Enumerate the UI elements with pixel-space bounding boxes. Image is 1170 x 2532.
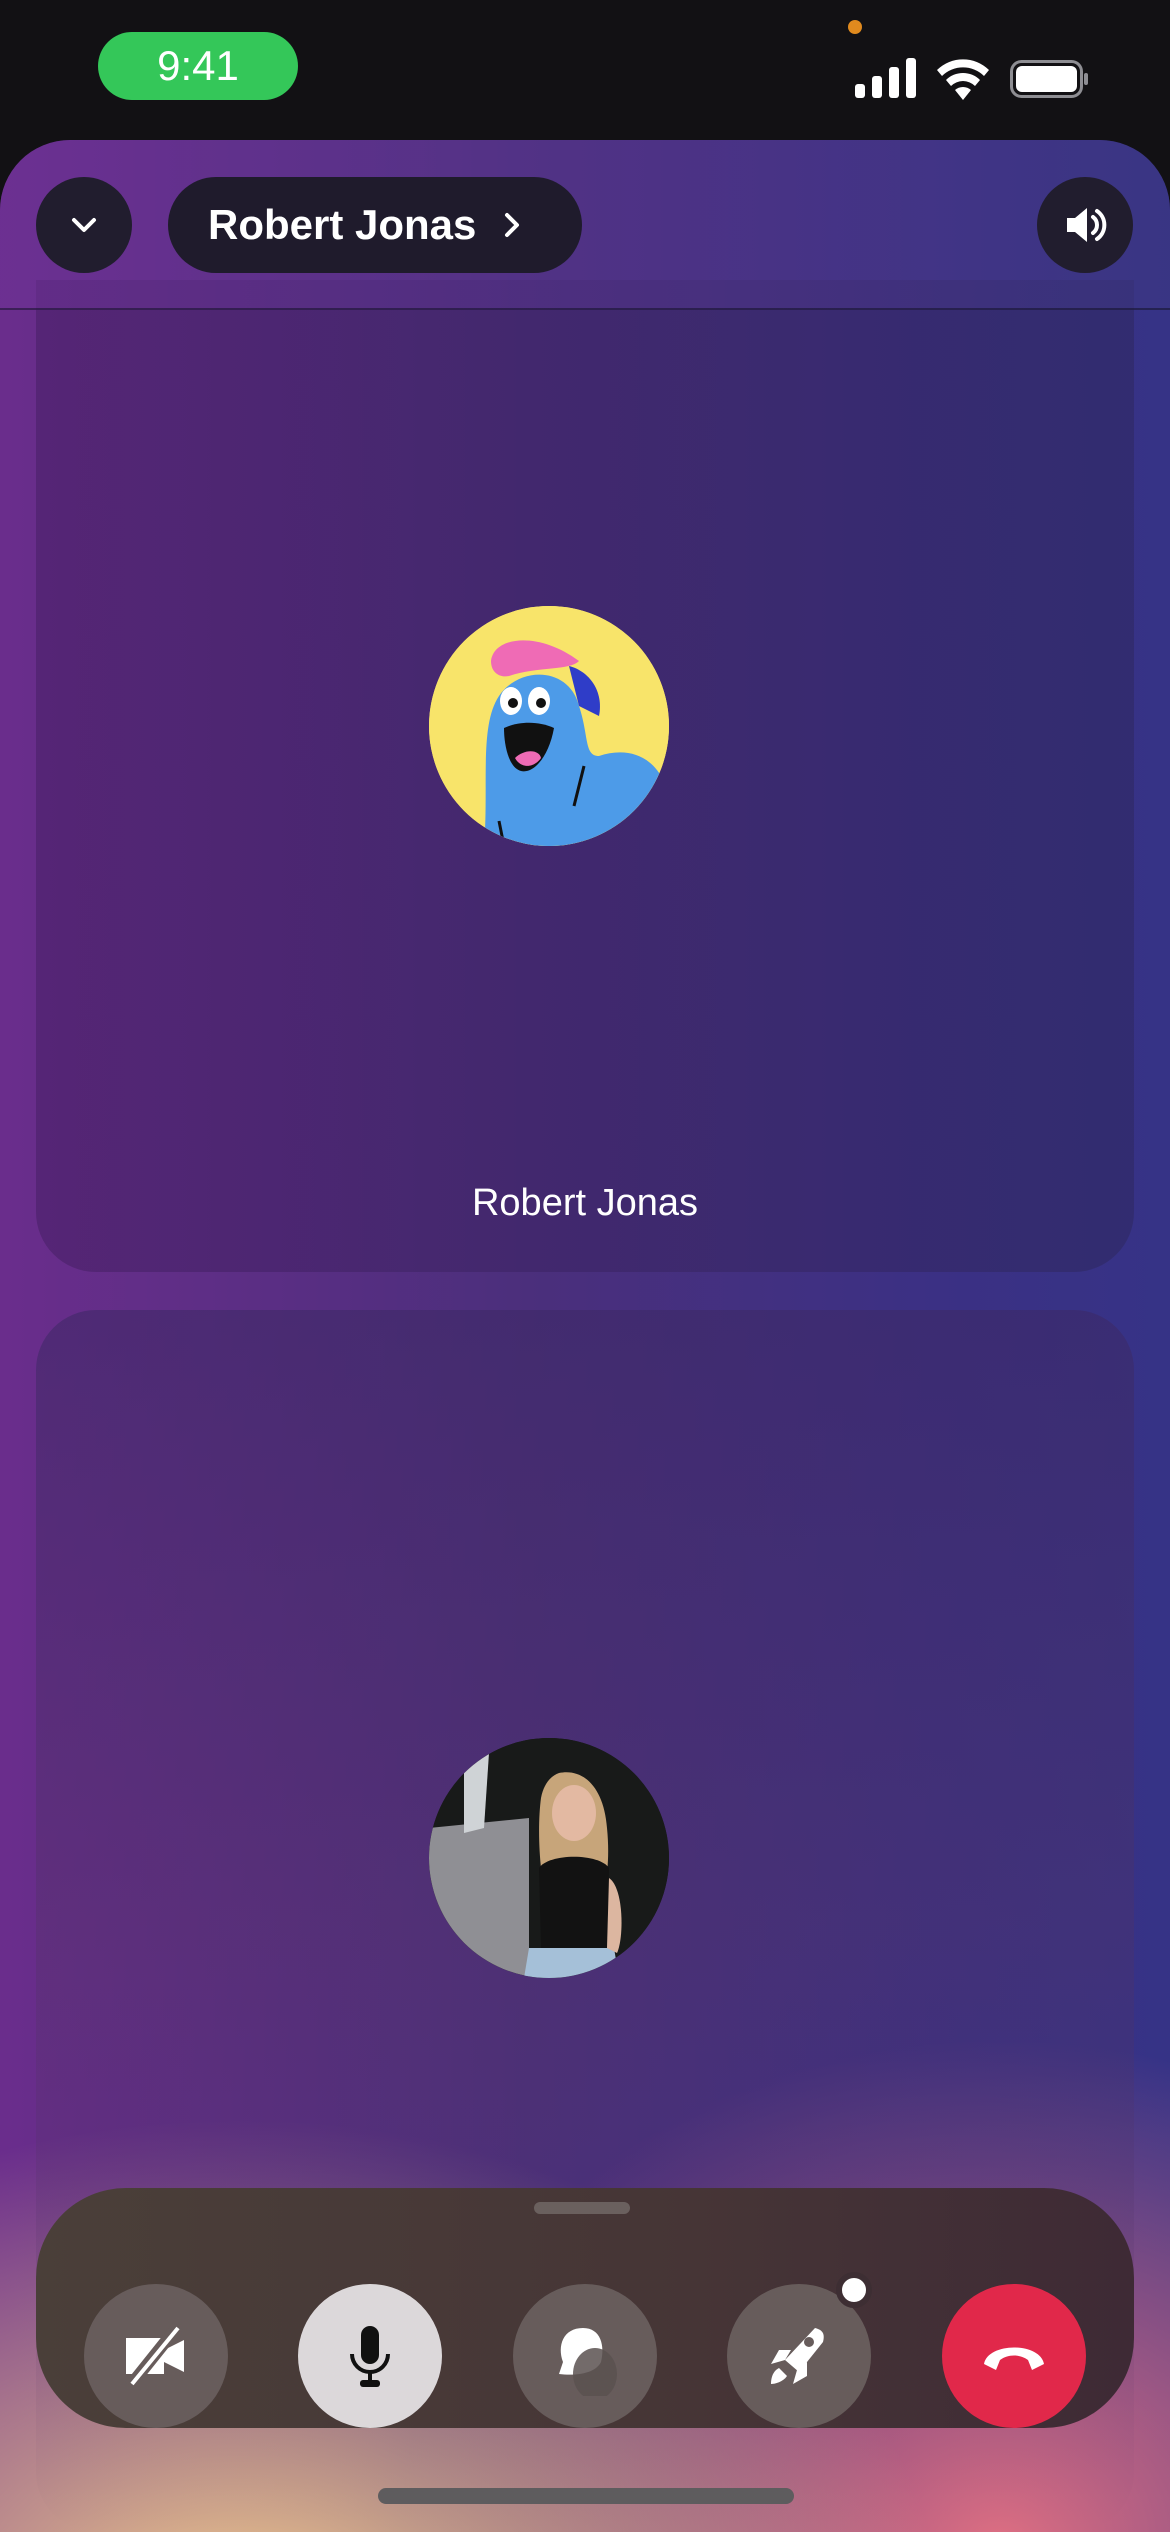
voice-call-screen: Robert Jonas Robert Jonas [0,140,1170,2532]
status-bar: 9:41 [0,0,1170,140]
collapse-call-button[interactable] [36,177,132,273]
time-pill: 9:41 [98,32,298,100]
participant-name-label: Robert Jonas [471,1182,698,1224]
call-header: Robert Jonas [0,140,1170,310]
chat-bubble-icon [559,2328,617,2396]
caller-name: Robert Jonas [208,201,477,248]
chat-button[interactable] [513,2284,657,2428]
microphone-button[interactable] [298,2284,442,2428]
cartoon-character-avatar-image [429,606,669,846]
battery-icon [1010,60,1088,98]
toggle-camera-button[interactable] [84,2284,228,2428]
chevron-down-icon [72,218,96,232]
wifi-icon [937,59,989,100]
participant-avatar [429,606,669,846]
video-off-icon [125,2322,184,2390]
clock-time: 9:41 [157,42,239,89]
woman-photo-avatar-image [429,1738,669,1978]
dock-drag-handle[interactable] [534,2202,630,2214]
privacy-indicator-dot [848,20,862,34]
end-call-button[interactable] [942,2284,1086,2428]
chevron-right-icon [505,213,520,237]
hang-up-icon [984,2347,1044,2370]
cellular-signal-icon [855,58,916,98]
activities-notification-badge [836,2272,872,2308]
microphone-icon [350,2326,390,2387]
rocket-icon [771,2328,824,2384]
home-indicator[interactable] [378,2488,794,2504]
participant-avatar [429,1738,669,1978]
call-controls-dock [36,2188,1134,2428]
caller-name-button[interactable]: Robert Jonas [168,177,582,273]
speaker-button[interactable] [1037,177,1133,273]
speaker-wave-icon [1067,208,1107,242]
